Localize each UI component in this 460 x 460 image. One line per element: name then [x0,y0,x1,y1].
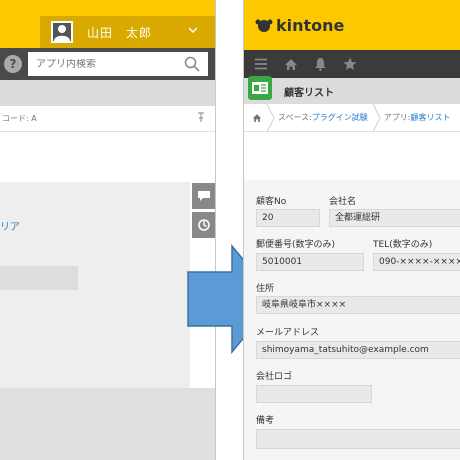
left-header: 山田 太郎 [0,0,215,48]
left-breadcrumb: コード: A [0,106,215,132]
help-icon[interactable]: ? [4,55,22,73]
kintone-logo[interactable]: kintone [254,16,344,35]
app-title: 顧客リスト [284,88,334,99]
refresh-icon[interactable] [192,212,215,238]
search-icon[interactable] [184,56,200,76]
email-field[interactable]: shimoyama_tatsuhito@example.com [256,341,460,359]
bell-icon[interactable] [314,57,327,71]
left-toolbar: ? [0,48,215,80]
user-name: 山田 太郎 [87,25,153,40]
company-name-field[interactable]: 全都運総研 [329,209,460,227]
left-app-bar [0,80,215,106]
pin-icon[interactable] [197,112,205,125]
app-icon[interactable] [248,76,272,100]
breadcrumb-separator [266,103,275,132]
right-screen: kintone 顧客リスト スペース: プラグイン試験 アプリ: 顧客リスト 顧… [243,0,460,460]
address-label: 住所 [256,284,275,294]
customer-no-label: 顧客No [256,197,287,207]
breadcrumb-separator [372,103,381,132]
tel-label: TEL(数字のみ) [373,240,433,250]
home-icon[interactable] [252,113,262,123]
left-input-field[interactable] [0,266,78,290]
right-app-bar: 顧客リスト [244,76,460,104]
left-link[interactable]: リア [0,218,20,233]
user-icon [51,21,73,43]
company-logo-label: 会社ロゴ [256,372,293,382]
right-nav-bar [244,50,460,78]
app-search-box [28,52,208,76]
breadcrumb-app-label: アプリ: [383,113,411,122]
chevron-down-icon[interactable] [188,26,198,37]
comment-icon[interactable] [192,183,215,209]
record-form: 顧客No 20 会社名 全都運総研 郵便番号(数字のみ) 5010001 TEL… [244,180,460,460]
left-bottom-area [0,388,215,460]
breadcrumb-app-link[interactable]: 顧客リスト [410,112,450,123]
address-field[interactable]: 岐阜県岐阜市×××× [256,296,460,314]
company-name-label: 会社名 [329,197,357,207]
postal-code-field[interactable]: 5010001 [256,253,364,271]
home-icon[interactable] [284,58,298,71]
user-menu[interactable]: 山田 太郎 [40,16,215,48]
left-screen: 山田 太郎 ? コード: A リア [0,0,216,460]
breadcrumb-space-link[interactable]: プラグイン試験 [312,112,368,123]
remarks-label: 備考 [256,416,275,426]
breadcrumb-space-label: スペース: [278,113,312,122]
menu-icon[interactable] [254,58,268,70]
app-search-input[interactable] [28,58,168,70]
tel-field[interactable]: 090-××××-×××× [373,253,460,271]
email-label: メールアドレス [256,328,320,338]
customer-no-field[interactable]: 20 [256,209,320,227]
postal-code-label: 郵便番号(数字のみ) [256,240,336,250]
kintone-logo-text: kintone [276,15,345,35]
right-header: kintone [244,0,460,50]
star-icon[interactable] [343,57,357,71]
breadcrumb: スペース: プラグイン試験 アプリ: 顧客リスト [244,103,460,132]
kintone-logo-icon [255,19,273,32]
company-logo-field[interactable] [256,385,372,403]
remarks-field[interactable] [256,429,460,449]
